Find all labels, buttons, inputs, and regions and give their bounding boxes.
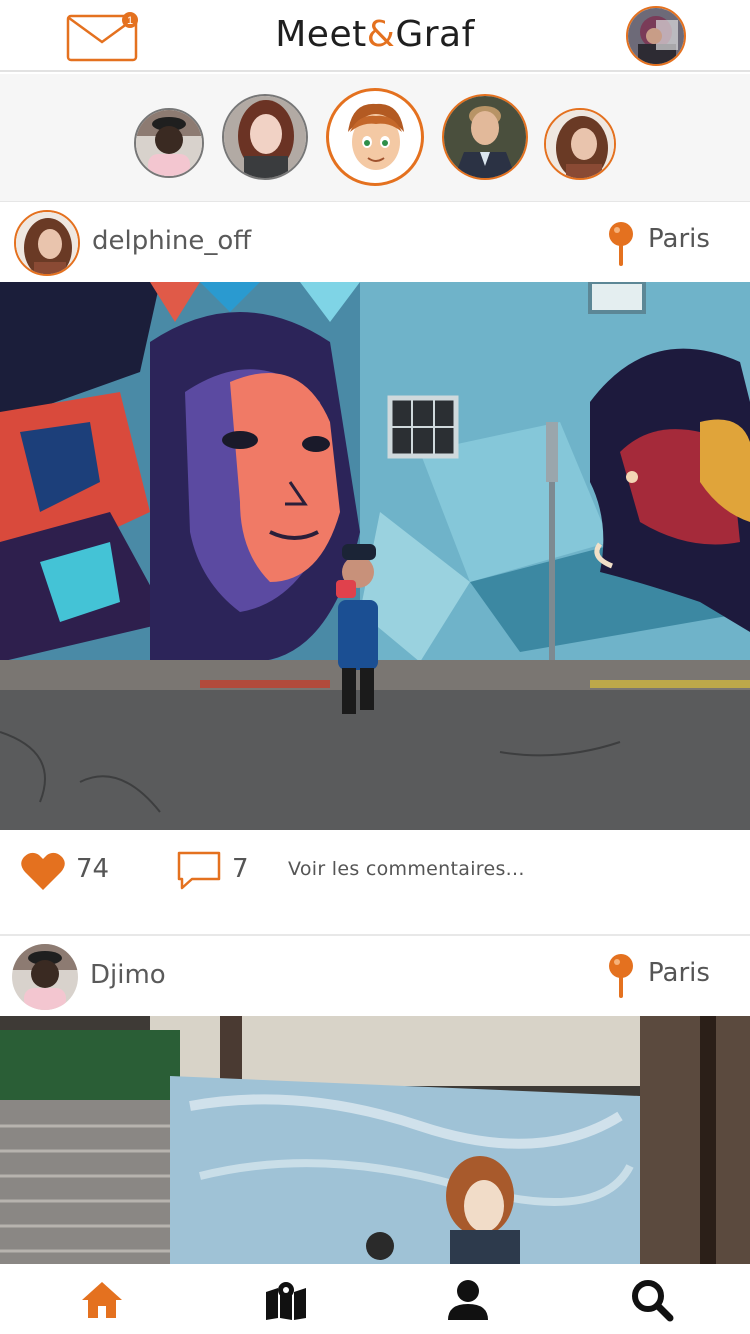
post-header: Djimo Paris (0, 938, 750, 1018)
avatar (546, 110, 614, 178)
mural-photo (0, 282, 750, 830)
post-username[interactable]: delphine_off (92, 226, 251, 256)
location-pin-icon (606, 952, 636, 1000)
post-author-avatar[interactable] (12, 944, 78, 1010)
nav-home[interactable] (80, 1278, 124, 1322)
nav-map[interactable] (264, 1278, 308, 1322)
heart-icon (21, 852, 65, 890)
my-profile-avatar[interactable] (626, 6, 686, 66)
search-icon (632, 1280, 674, 1322)
avatar (628, 8, 684, 64)
street-art-photo (0, 1016, 750, 1264)
story-cartoon-avatar[interactable] (326, 88, 424, 186)
likes-count: 74 (76, 854, 110, 884)
nav-search[interactable] (630, 1278, 674, 1322)
avatar (334, 96, 416, 178)
comment-icon (177, 851, 221, 890)
profile-icon (448, 1280, 488, 1320)
post-actions: 74 7 Voir les commentaires... (0, 830, 750, 936)
top-header: 1 Meet&Graf (0, 0, 750, 72)
post-author-avatar[interactable] (14, 210, 80, 276)
location-pin-icon (606, 220, 636, 268)
story-suit-man[interactable] (442, 94, 528, 180)
like-button[interactable] (20, 850, 66, 892)
avatar (16, 212, 78, 274)
story-redhead[interactable] (222, 94, 308, 180)
comment-button[interactable] (176, 850, 222, 892)
post-username[interactable]: Djimo (90, 960, 166, 990)
post-header: delphine_off Paris (0, 202, 750, 282)
post-location[interactable]: Paris (648, 224, 710, 254)
home-icon (82, 1282, 122, 1318)
post-photo[interactable] (0, 1016, 750, 1264)
nav-profile[interactable] (446, 1278, 490, 1322)
bottom-navigation (0, 1264, 750, 1334)
map-icon (266, 1282, 306, 1320)
avatar (224, 96, 306, 178)
comments-count: 7 (232, 854, 249, 884)
see-comments-link[interactable]: Voir les commentaires... (288, 858, 525, 880)
story-delphine[interactable] (544, 108, 616, 180)
post-photo[interactable] (0, 282, 750, 830)
stories-bar (0, 74, 750, 202)
avatar (444, 96, 526, 178)
story-djimo[interactable] (134, 108, 204, 178)
post-location[interactable]: Paris (648, 958, 710, 988)
avatar (136, 110, 202, 176)
avatar (12, 944, 78, 1010)
